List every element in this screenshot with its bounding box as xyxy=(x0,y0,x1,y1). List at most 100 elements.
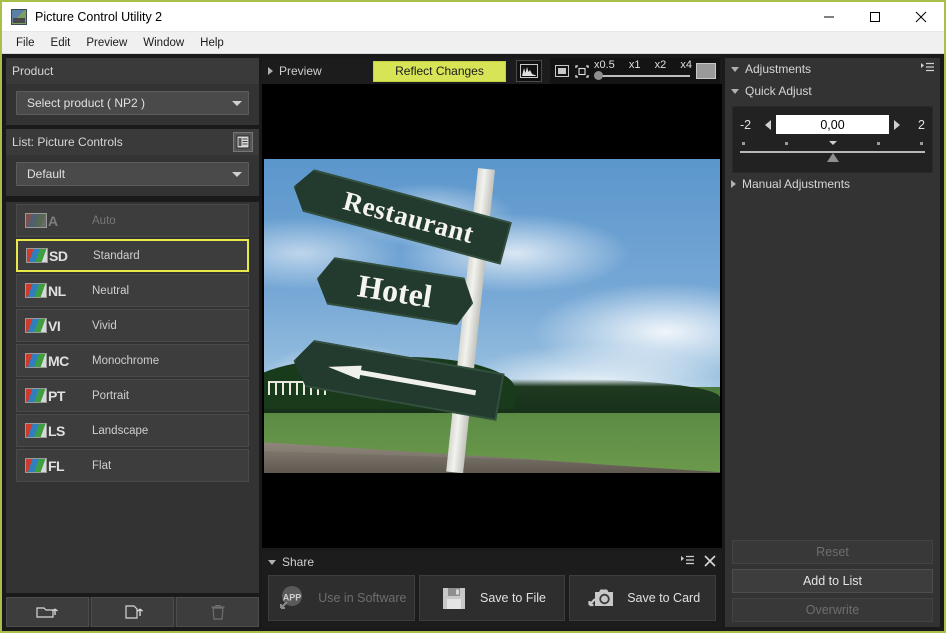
list-item-standard[interactable]: SD Standard xyxy=(16,239,249,272)
main-body: Product Select product ( NP2 ) List: Pic… xyxy=(2,54,944,631)
list-item-label: Monochrome xyxy=(92,354,160,367)
menu-edit[interactable]: Edit xyxy=(43,33,79,53)
use-in-software-label: Use in Software xyxy=(318,591,407,605)
list-item-code: NL xyxy=(48,282,66,299)
menu-preview[interactable]: Preview xyxy=(78,33,135,53)
chevron-down-icon[interactable] xyxy=(731,66,739,72)
panel-menu-icon[interactable] xyxy=(680,555,694,569)
chevron-down-icon[interactable] xyxy=(731,88,739,94)
list-details-icon[interactable] xyxy=(233,132,253,152)
quick-adjust-min: -2 xyxy=(740,117,752,132)
picture-control-list-panel: List: Picture Controls Default xyxy=(6,129,259,196)
list-item-portrait[interactable]: PT Portrait xyxy=(16,379,249,412)
list-item-neutral[interactable]: NL Neutral xyxy=(16,274,249,307)
menu-file[interactable]: File xyxy=(8,33,43,53)
manual-adjustments-label: Manual Adjustments xyxy=(742,177,851,191)
panel-menu-icon[interactable] xyxy=(920,62,934,76)
save-to-file-button[interactable]: Save to File xyxy=(418,575,566,621)
product-header-label: Product xyxy=(12,64,54,78)
crop-icon[interactable] xyxy=(574,64,590,78)
list-item-flat[interactable]: FL Flat xyxy=(16,449,249,482)
zoom-controls: x0.5 x1 x2 x4 xyxy=(550,58,720,84)
file-export-icon[interactable] xyxy=(91,597,174,627)
left-sidebar: Product Select product ( NP2 ) List: Pic… xyxy=(6,58,259,627)
save-to-card-button[interactable]: Save to Card xyxy=(569,575,717,621)
product-panel: Product Select product ( NP2 ) xyxy=(6,58,259,125)
menu-bar: File Edit Preview Window Help xyxy=(2,32,944,54)
quick-adjust-max: 2 xyxy=(918,117,925,132)
list-item-auto[interactable]: A Auto xyxy=(16,204,249,237)
share-close-icon[interactable] xyxy=(704,554,716,570)
list-item-vivid[interactable]: VI Vivid xyxy=(16,309,249,342)
quick-adjust-control: -2 0,00 2 xyxy=(732,106,933,173)
quick-adjust-slider[interactable] xyxy=(740,141,925,162)
zoom-level-labels: x0.5 x1 x2 x4 xyxy=(594,59,692,71)
list-item-monochrome[interactable]: MC Monochrome xyxy=(16,344,249,377)
preview-image[interactable]: Restaurant Hotel xyxy=(264,159,720,473)
chevron-down-icon xyxy=(232,100,242,106)
list-select-value: Default xyxy=(27,167,66,181)
spinner-left-icon[interactable] xyxy=(765,119,771,130)
list-item-code: PT xyxy=(48,387,65,404)
reset-button[interactable]: Reset xyxy=(732,540,933,564)
chevron-right-icon[interactable] xyxy=(268,67,273,75)
reflect-changes-button[interactable]: Reflect Changes xyxy=(373,60,506,82)
spinner-right-icon[interactable] xyxy=(894,119,900,130)
window-controls xyxy=(806,2,944,32)
preview-panel: Preview Reflect Changes x0.5 x1 x2 x4 Re… xyxy=(262,58,722,548)
list-item-label: Portrait xyxy=(92,389,130,402)
manual-adjustments-header[interactable]: Manual Adjustments xyxy=(725,173,940,195)
list-toolbar xyxy=(6,597,259,627)
chevron-right-icon[interactable] xyxy=(731,180,736,188)
list-select[interactable]: Default xyxy=(16,162,249,186)
maximize-button[interactable] xyxy=(852,2,898,32)
arrow-left-icon xyxy=(327,360,477,400)
zoom-level-2[interactable]: x2 xyxy=(655,59,667,71)
window-title: Picture Control Utility 2 xyxy=(35,9,163,24)
save-to-card-label: Save to Card xyxy=(627,591,701,605)
histogram-icon[interactable] xyxy=(516,60,542,82)
list-item-code: FL xyxy=(48,457,65,474)
svg-text:APP: APP xyxy=(283,593,302,603)
adjustments-header: Adjustments xyxy=(725,58,940,80)
quick-adjust-row: -2 0,00 2 xyxy=(740,115,925,134)
list-panel-header: List: Picture Controls xyxy=(6,129,259,155)
list-item-landscape[interactable]: LS Landscape xyxy=(16,414,249,447)
slider-handle[interactable] xyxy=(826,153,839,162)
zoom-level-0[interactable]: x0.5 xyxy=(594,59,615,71)
center-column: Preview Reflect Changes x0.5 x1 x2 x4 Re… xyxy=(262,58,722,627)
preview-stage[interactable]: Restaurant Hotel xyxy=(262,84,722,548)
picture-control-thumb-icon xyxy=(25,423,47,438)
add-to-list-button[interactable]: Add to List xyxy=(732,569,933,593)
chevron-down-icon[interactable] xyxy=(268,559,276,565)
zoom-level-1[interactable]: x1 xyxy=(629,59,641,71)
slider-tick xyxy=(920,142,923,145)
picture-control-thumb-icon xyxy=(25,388,47,403)
zoom-slider[interactable]: x0.5 x1 x2 x4 xyxy=(594,58,692,84)
fit-to-window-icon[interactable] xyxy=(554,64,570,78)
zoom-level-3[interactable]: x4 xyxy=(680,59,692,71)
list-item-label: Vivid xyxy=(92,319,117,332)
picture-control-thumb-icon xyxy=(25,283,47,298)
floppy-disk-icon xyxy=(438,583,470,613)
slider-tick xyxy=(785,142,789,145)
overwrite-button[interactable]: Overwrite xyxy=(732,598,933,622)
picture-control-list[interactable]: A Auto SD Standard NL Neutral VI Vivid M… xyxy=(6,202,259,593)
minimize-button[interactable] xyxy=(806,2,852,32)
list-item-code: SD xyxy=(49,247,68,264)
list-item-label: Neutral xyxy=(92,284,130,297)
fullscreen-icon[interactable] xyxy=(696,63,716,79)
folder-import-icon[interactable] xyxy=(6,597,89,627)
menu-help[interactable]: Help xyxy=(192,33,232,53)
product-select[interactable]: Select product ( NP2 ) xyxy=(16,91,249,115)
list-header-label: List: Picture Controls xyxy=(12,135,123,149)
list-item-code: A xyxy=(48,212,58,229)
menu-window[interactable]: Window xyxy=(135,33,192,53)
use-in-software-button[interactable]: APP Use in Software xyxy=(268,575,415,621)
close-button[interactable] xyxy=(898,2,944,32)
slider-tick-center xyxy=(828,141,837,145)
zoom-knob[interactable] xyxy=(594,71,603,80)
share-buttons: APP Use in Software Save to File Save to… xyxy=(262,573,722,627)
save-to-file-label: Save to File xyxy=(480,591,547,605)
quick-adjust-value[interactable]: 0,00 xyxy=(776,115,889,134)
